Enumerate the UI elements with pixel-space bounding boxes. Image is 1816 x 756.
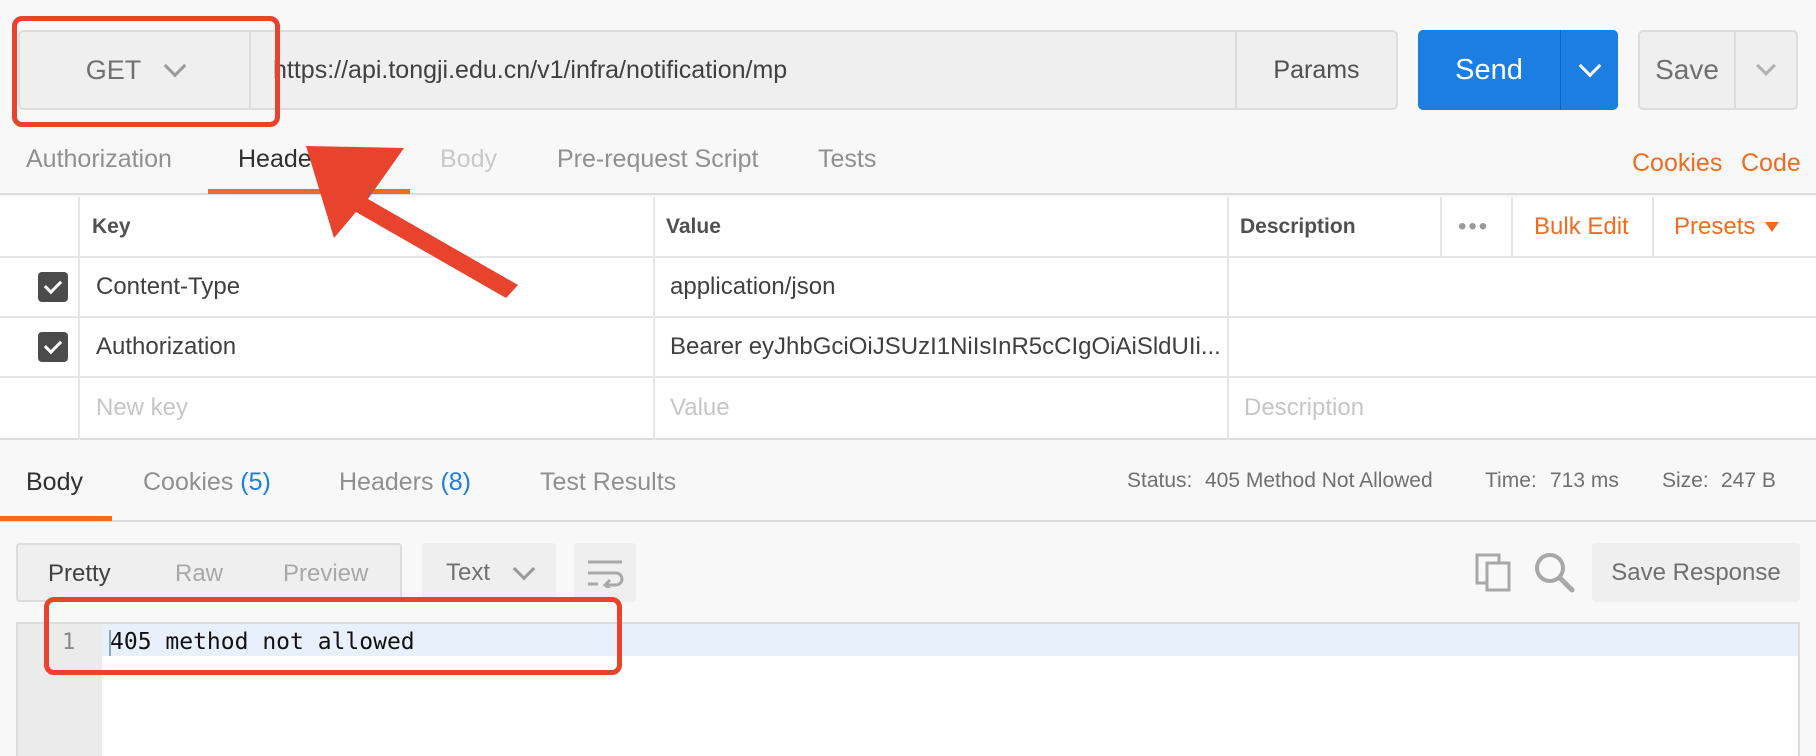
headers-count: (8) xyxy=(440,468,472,496)
url-input[interactable]: https://api.tongji.edu.cn/v1/infra/notif… xyxy=(251,32,1235,108)
cookies-count: (5) xyxy=(240,468,271,496)
save-options-button[interactable] xyxy=(1736,32,1796,108)
line-number: 1 xyxy=(62,630,76,655)
request-tabs: Authorization Heade Body Pre-request Scr… xyxy=(0,135,1816,195)
view-mode-toggle: Pretty Raw Preview xyxy=(16,543,402,602)
table-header-row: Key Value Description ••• Bulk Edit Pres… xyxy=(0,197,1816,258)
table-row: Authorization Bearer eyJhbGciOiJSUzI1NiI… xyxy=(0,318,1816,378)
tab-tests[interactable]: Tests xyxy=(818,145,876,174)
header-value-cell[interactable]: Bearer eyJhbGciOiJSUzI1NiIsInR5cCIgOiAiS… xyxy=(670,318,1220,376)
header-value-cell[interactable]: application/json xyxy=(670,258,835,316)
response-body-editor[interactable]: 1 405 method not allowed xyxy=(16,622,1800,756)
new-key-input[interactable]: New key xyxy=(96,378,188,438)
new-value-input[interactable]: Value xyxy=(670,378,730,438)
checkmark-icon xyxy=(38,272,68,302)
status-label: Status: xyxy=(1127,469,1193,492)
chevron-down-icon xyxy=(1578,54,1601,78)
raw-button[interactable]: Raw xyxy=(175,560,223,588)
tab-body[interactable]: Body xyxy=(440,145,497,174)
headers-table: Key Value Description ••• Bulk Edit Pres… xyxy=(0,197,1816,440)
response-body-text: 405 method not allowed xyxy=(110,629,415,655)
wrap-lines-icon xyxy=(588,560,624,588)
copy-icon[interactable] xyxy=(1474,552,1514,592)
time-label: Time: xyxy=(1485,469,1537,492)
bulk-edit-link[interactable]: Bulk Edit xyxy=(1534,197,1629,256)
preview-button[interactable]: Preview xyxy=(283,560,368,588)
cookies-link[interactable]: Cookies xyxy=(1632,149,1722,178)
code-link[interactable]: Code xyxy=(1741,149,1801,178)
column-divider xyxy=(1440,197,1442,258)
tab-response-cookies[interactable]: Cookies (5) xyxy=(143,468,271,497)
value-column-header: Value xyxy=(666,214,721,238)
checkmark-icon xyxy=(38,332,68,362)
row-enabled-checkbox[interactable] xyxy=(38,318,68,376)
row-enabled-checkbox[interactable] xyxy=(38,258,68,316)
chevron-down-icon xyxy=(163,54,187,78)
response-tabs: Body Cookies (5) Headers (8) Test Result… xyxy=(0,442,1816,522)
send-button[interactable]: Send xyxy=(1418,30,1560,110)
search-icon[interactable] xyxy=(1532,550,1576,594)
request-bar: GET https://api.tongji.edu.cn/v1/infra/n… xyxy=(18,30,1398,110)
column-divider xyxy=(1511,197,1513,258)
pretty-button[interactable]: Pretty xyxy=(48,560,111,588)
column-divider xyxy=(1652,197,1654,258)
time-value[interactable]: 713 ms xyxy=(1550,469,1619,493)
tab-pre-request-script[interactable]: Pre-request Script xyxy=(557,145,758,174)
table-row-new: New key Value Description xyxy=(0,378,1816,438)
save-response-button[interactable]: Save Response xyxy=(1592,543,1800,602)
format-label: Text xyxy=(445,558,490,586)
triangle-down-icon xyxy=(1765,221,1780,232)
size-value[interactable]: 247 B xyxy=(1721,469,1776,493)
chevron-down-icon xyxy=(512,557,536,580)
key-column-header: Key xyxy=(92,214,131,238)
tab-headers[interactable]: Heade xyxy=(238,145,312,174)
description-column-header: Description xyxy=(1240,214,1356,238)
presets-label: Presets xyxy=(1674,212,1756,240)
send-options-button[interactable] xyxy=(1560,30,1618,110)
wrap-lines-button[interactable] xyxy=(574,543,636,602)
presets-dropdown[interactable]: Presets xyxy=(1674,197,1780,256)
active-tab-indicator xyxy=(0,516,112,521)
more-options-icon[interactable]: ••• xyxy=(1458,197,1489,256)
tab-response-body[interactable]: Body xyxy=(26,468,83,497)
table-row: Content-Type application/json xyxy=(0,258,1816,318)
tab-authorization[interactable]: Authorization xyxy=(26,145,172,174)
status-value[interactable]: 405 Method Not Allowed xyxy=(1205,469,1433,493)
tab-test-results[interactable]: Test Results xyxy=(540,468,676,497)
new-description-input[interactable]: Description xyxy=(1244,378,1364,438)
format-dropdown[interactable]: Text xyxy=(422,543,556,602)
size-label: Size: xyxy=(1662,469,1709,492)
tab-label: Cookies xyxy=(143,468,234,496)
chevron-down-icon xyxy=(1756,56,1776,76)
active-tab-indicator xyxy=(208,189,410,194)
send-button-group: Send xyxy=(1418,30,1618,110)
method-label: GET xyxy=(85,54,142,85)
save-button[interactable]: Save xyxy=(1640,32,1736,108)
tab-label: Headers xyxy=(339,468,434,496)
line-number-gutter xyxy=(18,624,102,756)
tab-response-headers[interactable]: Headers (8) xyxy=(339,468,471,497)
params-button[interactable]: Params xyxy=(1235,32,1396,108)
header-key-cell[interactable]: Content-Type xyxy=(96,258,240,316)
method-dropdown[interactable]: GET xyxy=(20,32,251,108)
header-key-cell[interactable]: Authorization xyxy=(96,318,236,376)
save-button-group: Save xyxy=(1638,30,1798,110)
